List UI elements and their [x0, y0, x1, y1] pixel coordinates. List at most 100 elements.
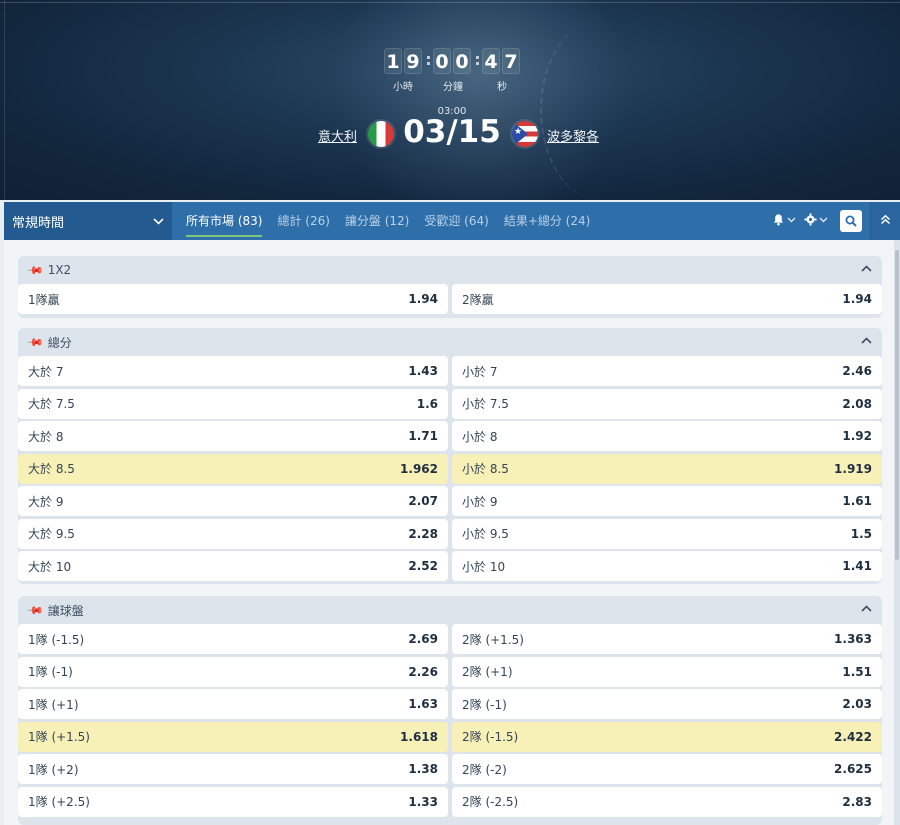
tab-totals[interactable]: 總計 (26) — [277, 202, 329, 240]
odds-row: 大於 7.5 1.6 小於 7.5 2.08 — [18, 388, 882, 422]
period-dropdown[interactable]: 常規時間 — [4, 202, 172, 240]
selection-label: 小於 10 — [462, 559, 506, 574]
odds-value: 2.03 — [842, 697, 872, 711]
odds-button[interactable]: 1隊 (-1.5) 2.69 — [18, 624, 448, 654]
tab-all-markets[interactable]: 所有市場 (83) — [186, 202, 263, 240]
selection-label: 2隊 (-1.5) — [462, 730, 519, 744]
selection-label: 大於 8.5 — [28, 462, 75, 476]
selection-label: 大於 10 — [28, 559, 72, 574]
odds-button[interactable]: 小於 8 1.92 — [452, 421, 882, 451]
odds-button[interactable]: 大於 7.5 1.6 — [18, 388, 448, 419]
odds-button[interactable]: 2隊 (-2.5) 2.83 — [452, 786, 882, 817]
collapse-header-button[interactable] — [870, 202, 900, 240]
selection-label: 1隊 (-1) — [28, 665, 73, 679]
odds-button[interactable]: 小於 7 2.46 — [452, 356, 882, 386]
odds-value: 2.83 — [842, 794, 872, 809]
odds-button[interactable]: 大於 8 1.71 — [18, 421, 448, 451]
market-1x2: 📌 1X2 1隊贏 1.94 2隊贏 1.94 — [18, 256, 882, 318]
odds-button[interactable]: 小於 8.5 1.919 — [452, 453, 882, 484]
odds-button[interactable]: 2隊 (-1.5) 2.422 — [452, 721, 882, 752]
odds-row: 大於 8.5 1.962 小於 8.5 1.919 — [18, 453, 882, 487]
timer-digit: 1 — [384, 48, 402, 74]
odds-button[interactable]: 大於 9.5 2.28 — [18, 518, 448, 549]
timer-label-minutes: 分鐘 — [443, 82, 463, 93]
selection-label: 大於 8 — [28, 429, 64, 444]
odds-button[interactable]: 1隊贏 1.94 — [18, 284, 448, 314]
odds-row: 1隊 (-1) 2.26 2隊 (+1) 1.51 — [18, 656, 882, 690]
odds-button[interactable]: 小於 7.5 2.08 — [452, 388, 882, 419]
search-button[interactable] — [840, 210, 862, 232]
selection-label: 1隊 (+2) — [28, 762, 79, 777]
odds-value: 1.6 — [416, 396, 438, 411]
odds-button[interactable]: 2隊 (+1) 1.51 — [452, 656, 882, 687]
odds-value: 1.962 — [400, 461, 438, 476]
bell-icon — [772, 213, 785, 229]
odds-button[interactable]: 大於 9 2.07 — [18, 486, 448, 516]
odds-row: 大於 10 2.52 小於 10 1.41 — [18, 551, 882, 584]
timer-digit: 0 — [433, 48, 451, 74]
market-header[interactable]: 📌 讓球盤 — [18, 596, 882, 624]
odds-button[interactable]: 2隊 (-2) 2.625 — [452, 754, 882, 784]
scrollbar-thumb[interactable] — [895, 250, 899, 560]
timer-digit: 4 — [482, 48, 500, 74]
selection-label: 2隊贏 — [462, 292, 494, 307]
timer-separator: : — [474, 50, 481, 69]
timer-digit: 0 — [453, 48, 471, 74]
pin-icon[interactable]: 📌 — [25, 601, 44, 620]
gear-icon — [804, 213, 817, 229]
odds-button[interactable]: 小於 10 1.41 — [452, 551, 882, 581]
pin-icon[interactable]: 📌 — [25, 261, 44, 280]
market-header[interactable]: 📌 總分 — [18, 328, 882, 356]
scrollbar[interactable] — [894, 240, 900, 825]
selection-label: 2隊 (+1) — [462, 665, 513, 679]
timer-label-seconds: 秒 — [497, 82, 507, 93]
odds-row: 1隊 (+2) 1.38 2隊 (-2) 2.625 — [18, 754, 882, 787]
odds-button[interactable]: 小於 9.5 1.5 — [452, 518, 882, 549]
chevron-up-icon[interactable] — [861, 261, 872, 275]
odds-button[interactable]: 1隊 (+1.5) 1.618 — [18, 721, 448, 752]
market-title: 讓球盤 — [47, 603, 84, 618]
odds-button[interactable]: 大於 10 2.52 — [18, 551, 448, 581]
odds-button[interactable]: 大於 8.5 1.962 — [18, 453, 448, 484]
home-team-link[interactable]: 意大利 — [318, 126, 357, 145]
header-edge — [4, 0, 5, 200]
odds-button[interactable]: 2隊贏 1.94 — [452, 284, 882, 314]
selection-label: 1隊 (+1.5) — [28, 730, 90, 744]
selection-label: 小於 7 — [462, 364, 498, 379]
odds-button[interactable]: 大於 7 1.43 — [18, 356, 448, 386]
odds-value: 1.94 — [842, 292, 872, 306]
odds-button[interactable]: 1隊 (+1) 1.63 — [18, 689, 448, 719]
notifications-button[interactable] — [772, 213, 796, 229]
odds-value: 2.07 — [408, 494, 438, 508]
odds-button[interactable]: 1隊 (+2) 1.38 — [18, 754, 448, 784]
odds-button[interactable]: 2隊 (-1) 2.03 — [452, 689, 882, 719]
odds-button[interactable]: 1隊 (+2.5) 1.33 — [18, 786, 448, 817]
selection-label: 1隊 (-1.5) — [28, 632, 85, 647]
search-icon — [845, 212, 857, 231]
odds-value: 1.618 — [400, 729, 438, 744]
market-handicap: 📌 讓球盤 1隊 (-1.5) 2.69 2隊 (+1.5) 1.363 1隊 (-1) 2.… — [18, 596, 882, 825]
match-date: 03/15 — [403, 114, 501, 150]
settings-button[interactable] — [804, 213, 828, 229]
double-chevron-up-icon — [880, 214, 891, 228]
timer-digit: 7 — [502, 48, 520, 74]
pin-icon[interactable]: 📌 — [25, 333, 44, 352]
odds-button[interactable]: 小於 9 1.61 — [452, 486, 882, 516]
odds-button[interactable]: 2隊 (+1.5) 1.363 — [452, 624, 882, 654]
tab-result-total[interactable]: 結果+總分 (24) — [504, 202, 591, 240]
tab-handicap[interactable]: 讓分盤 (12) — [345, 202, 409, 240]
odds-button[interactable]: 1隊 (-1) 2.26 — [18, 656, 448, 687]
selection-label: 小於 9 — [462, 494, 498, 509]
chevron-up-icon[interactable] — [861, 333, 872, 347]
odds-value: 1.5 — [850, 526, 872, 541]
tab-popular[interactable]: 受歡迎 (64) — [424, 202, 488, 240]
market-header[interactable]: 📌 1X2 — [18, 256, 882, 284]
away-team-link[interactable]: 波多黎各 — [547, 126, 599, 145]
puerto-rico-flag-icon: ★ — [512, 121, 538, 147]
odds-row: 1隊 (+1) 1.63 2隊 (-1) 2.03 — [18, 689, 882, 722]
italy-flag-icon — [368, 121, 394, 147]
ball-seam — [540, 20, 660, 200]
selection-label: 大於 7 — [28, 364, 64, 379]
odds-value: 2.52 — [408, 559, 438, 573]
chevron-up-icon[interactable] — [861, 601, 872, 615]
